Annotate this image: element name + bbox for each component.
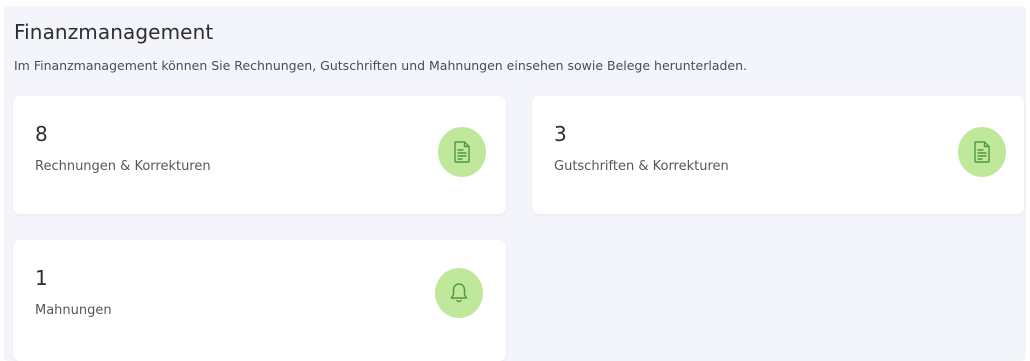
credit-notes-count: 3 <box>554 122 567 146</box>
invoices-label: Rechnungen & Korrekturen <box>35 159 211 174</box>
finance-management-panel: Finanzmanagement Im Finanzmanagement kön… <box>4 6 1026 361</box>
dunning-label: Mahnungen <box>35 303 112 318</box>
invoices-card[interactable]: 8 Rechnungen & Korrekturen <box>13 96 506 214</box>
document-icon <box>958 127 1006 177</box>
dunning-count: 1 <box>35 266 48 290</box>
document-icon <box>438 127 486 177</box>
bell-icon <box>435 268 483 318</box>
page-title: Finanzmanagement <box>14 20 214 44</box>
credit-notes-label: Gutschriften & Korrekturen <box>554 159 729 174</box>
page-description: Im Finanzmanagement können Sie Rechnunge… <box>14 58 748 73</box>
invoices-count: 8 <box>35 122 48 146</box>
credit-notes-card[interactable]: 3 Gutschriften & Korrekturen <box>532 96 1024 214</box>
dunning-card[interactable]: 1 Mahnungen <box>13 240 506 361</box>
